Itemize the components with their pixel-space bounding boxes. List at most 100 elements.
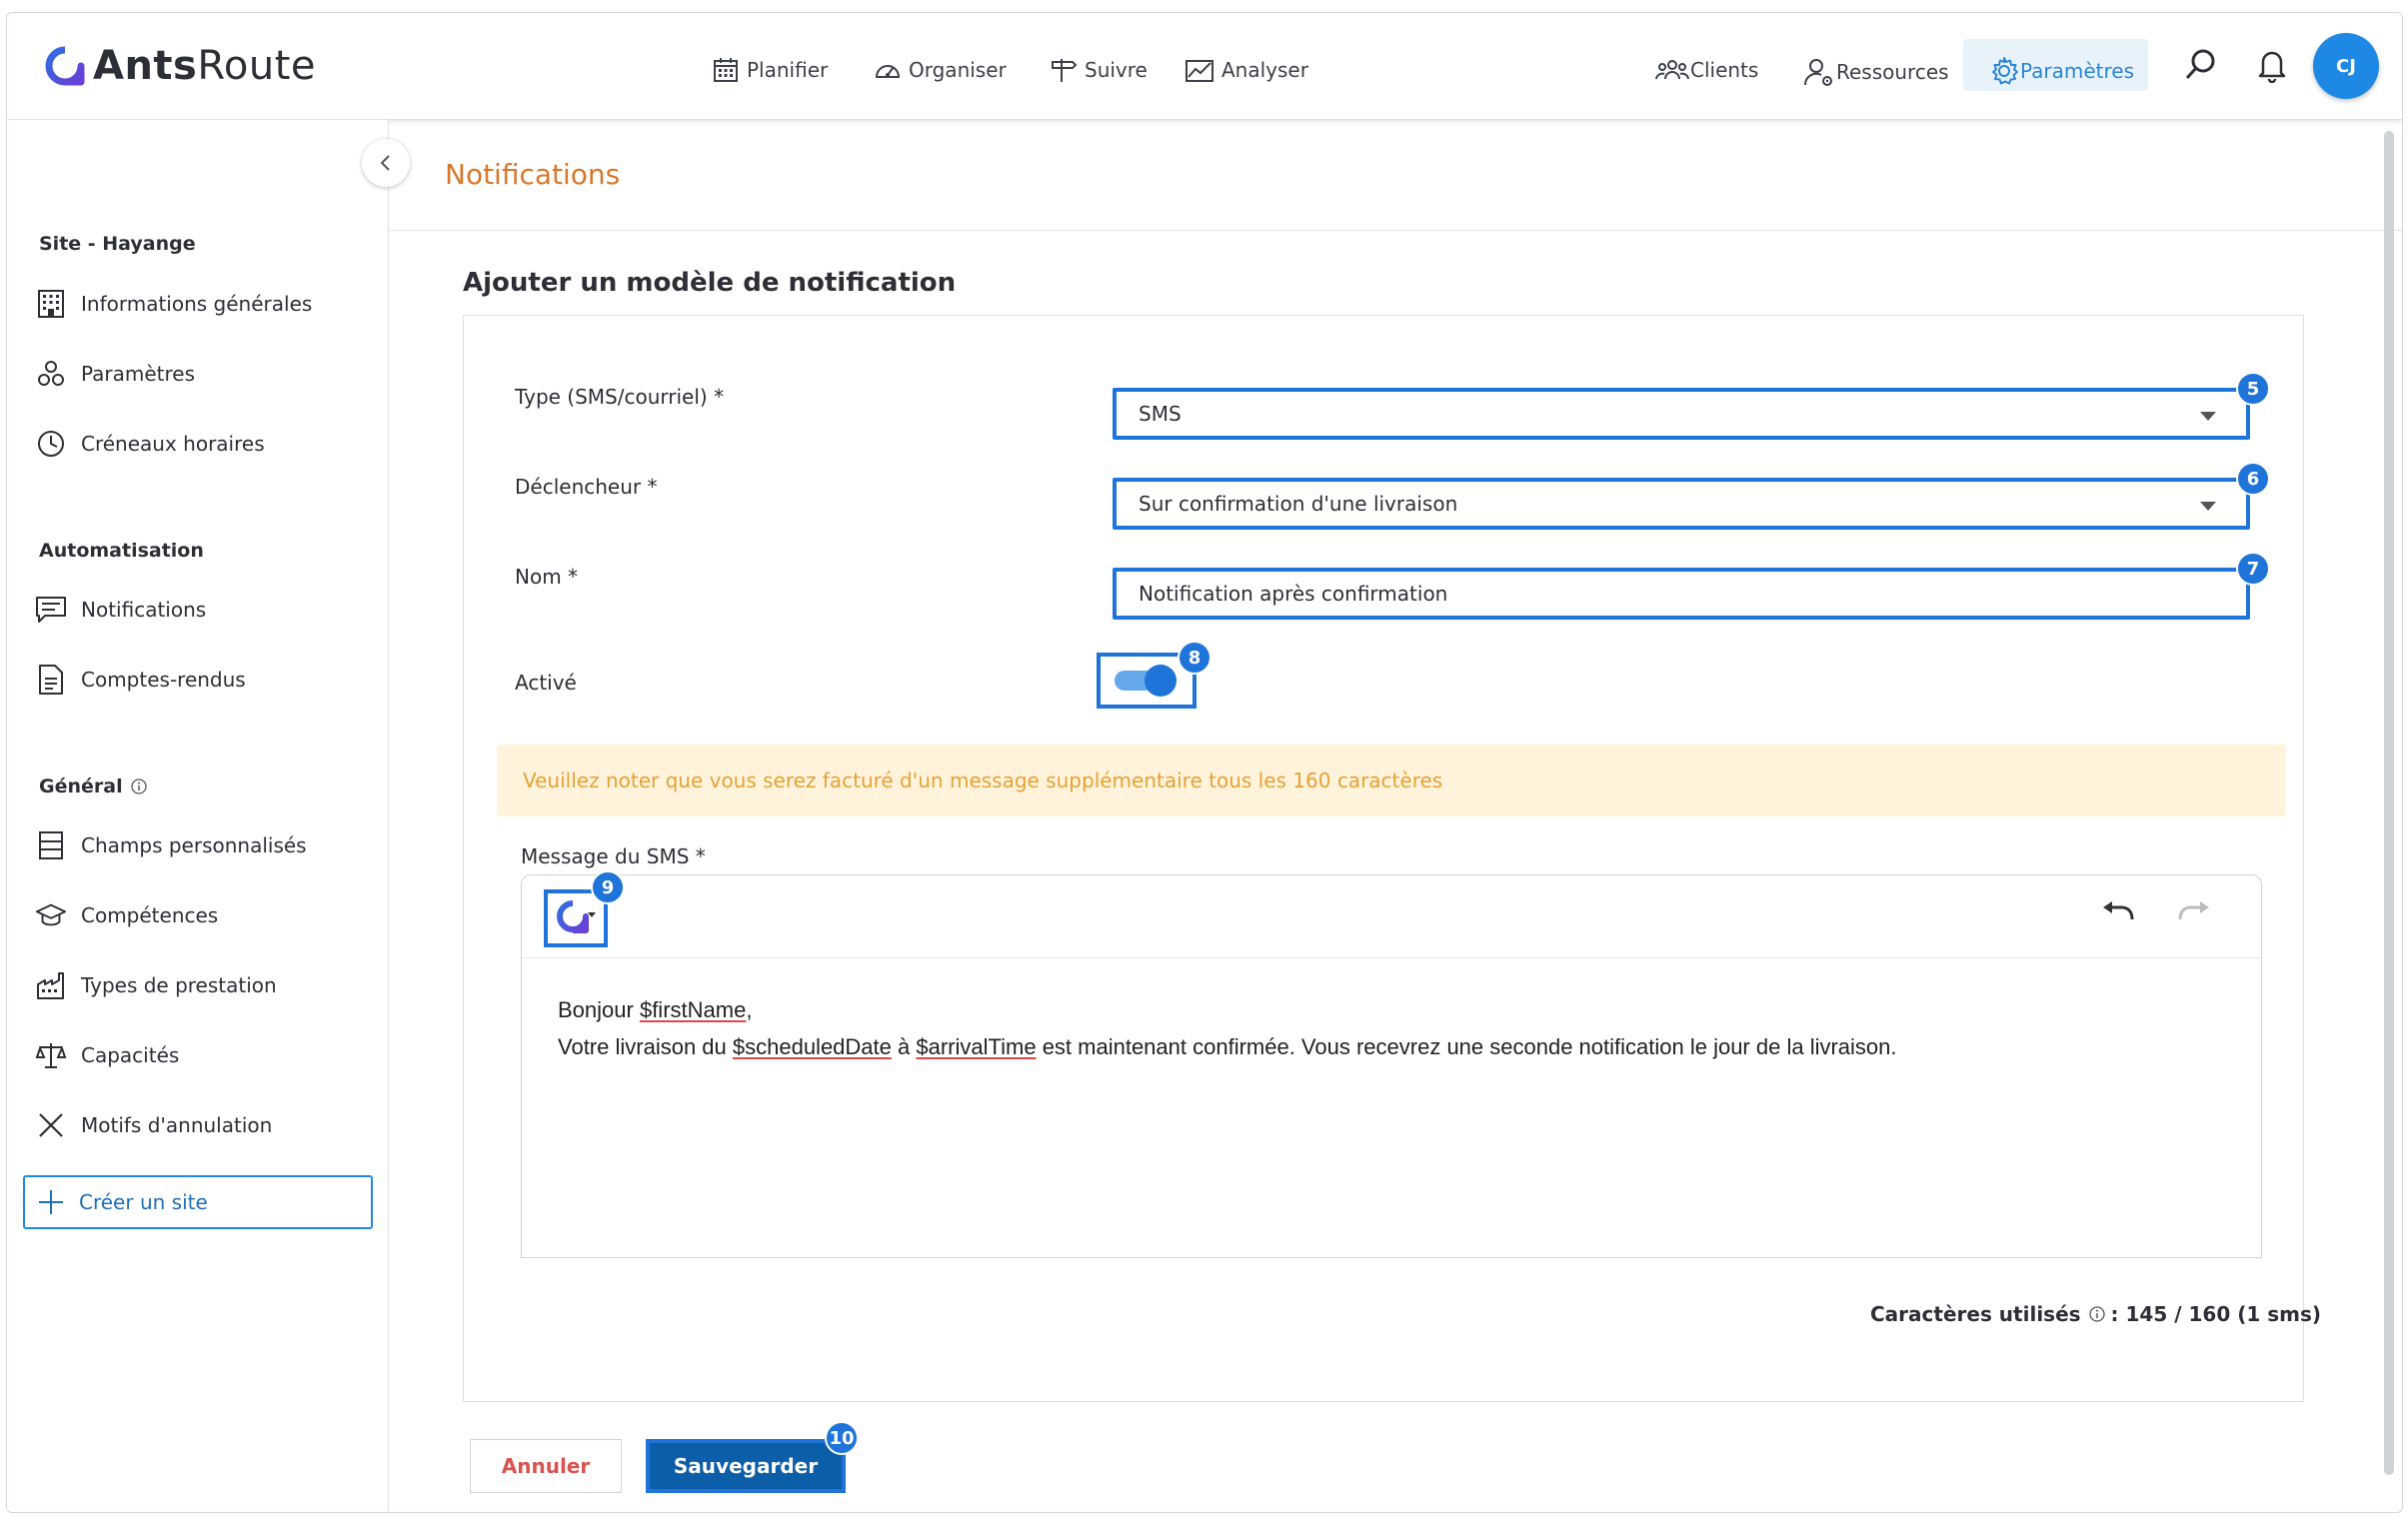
gears-icon (35, 358, 67, 390)
info-icon[interactable] (2088, 1306, 2105, 1322)
nav-organiser[interactable]: Organiser (873, 55, 1007, 85)
gear-icon (1992, 57, 2018, 85)
message-line-1: Bonjour $firstName, (558, 997, 753, 1022)
billing-warning-text: Veuillez noter que vous serez facturé d'… (523, 768, 1443, 792)
message-label: Message du SMS * (521, 844, 706, 868)
nav-parametres-label: Paramètres (2020, 59, 2135, 83)
sms-message-text[interactable]: Bonjour $firstName, Votre livraison du $… (558, 991, 1897, 1065)
nav-parametres[interactable]: Paramètres (1988, 55, 2134, 87)
antsroute-logo-icon (45, 46, 85, 86)
close-icon (35, 1109, 67, 1141)
editor-toolbar (522, 875, 2261, 958)
variable-scheduleddate: $scheduledDate (732, 1034, 892, 1059)
automation-section-title: Automatisation (39, 540, 204, 562)
step-badge-6: 6 (2236, 462, 2270, 496)
document-icon (35, 664, 67, 696)
logo-text: AntsRoute (93, 43, 316, 89)
nav-ressources[interactable]: Ressources (1802, 55, 1949, 89)
sms-message-editor[interactable]: Bonjour $firstName, Votre livraison du $… (521, 874, 2262, 1258)
redo-icon (2178, 901, 2209, 920)
caret-down-icon (2200, 412, 2216, 421)
type-label: Type (SMS/courriel) * (515, 385, 725, 409)
page-title: Notifications (445, 158, 621, 191)
scale-icon (35, 1039, 67, 1071)
billing-warning: Veuillez noter que vous serez facturé d'… (497, 745, 2286, 816)
sidebar-item-champs-personnalises[interactable]: Champs personnalisés (35, 829, 307, 861)
antsroute-logo-icon (557, 900, 596, 933)
trigger-select[interactable]: Sur confirmation d'une livraison (1113, 478, 2250, 530)
undo-icon (2103, 901, 2134, 920)
name-input[interactable]: Notification après confirmation (1113, 568, 2250, 620)
nav-ressources-label: Ressources (1836, 60, 1949, 84)
name-input-value: Notification après confirmation (1139, 582, 1448, 606)
nav-analyser[interactable]: Analyser (1184, 55, 1308, 85)
fields-icon (35, 829, 67, 861)
user-settings-icon (1803, 59, 1832, 86)
toggle-knob (1145, 665, 1177, 697)
sidebar-item-label: Comptes-rendus (81, 668, 246, 692)
nav-planifier[interactable]: Planifier (711, 55, 828, 85)
collapse-sidebar-button[interactable] (362, 139, 410, 187)
sidebar-item-label: Créneaux horaires (81, 432, 265, 456)
calendar-icon (714, 58, 738, 82)
sidebar-item-label: Paramètres (81, 362, 196, 386)
save-button[interactable]: Sauvegarder (646, 1439, 846, 1493)
character-counter: Caractères utilisés : 145 / 160 (1 sms) (1870, 1302, 2321, 1326)
sidebar-item-label: Capacités (81, 1043, 180, 1067)
create-site-label: Créer un site (79, 1190, 208, 1214)
step-badge-7: 7 (2236, 552, 2270, 586)
user-avatar[interactable]: CJ (2313, 33, 2379, 99)
active-label: Activé (515, 671, 577, 695)
nav-clients[interactable]: Clients (1654, 55, 1758, 85)
settings-sidebar: Site - Hayange Informations générales Pa… (7, 120, 389, 1512)
signpost-icon (1052, 59, 1078, 82)
counter-value: : 145 / 160 (1 sms) (2110, 1302, 2322, 1326)
message-icon (35, 594, 67, 626)
plus-icon (39, 1190, 63, 1214)
antsroute-logo[interactable]: AntsRoute (45, 43, 316, 89)
form-title: Ajouter un modèle de notification (463, 268, 957, 298)
type-select[interactable]: SMS (1113, 388, 2250, 440)
nav-organiser-label: Organiser (909, 58, 1007, 82)
step-badge-8: 8 (1178, 641, 1211, 675)
sidebar-item-capacites[interactable]: Capacités (35, 1039, 179, 1071)
sidebar-item-parametres[interactable]: Paramètres (35, 358, 195, 390)
vertical-scrollbar[interactable] (2384, 131, 2394, 1475)
nav-suivre-label: Suivre (1085, 58, 1148, 82)
top-navigation-bar: AntsRoute Planifier Organiser Suivre Ana… (7, 13, 2402, 120)
sidebar-item-motifs-annulation[interactable]: Motifs d'annulation (35, 1109, 272, 1141)
speedometer-icon (875, 65, 901, 78)
caret-down-icon (2200, 502, 2216, 511)
general-section-title: Général (39, 775, 147, 797)
sidebar-item-types-de-prestation[interactable]: Types de prestation (35, 969, 277, 1001)
sidebar-item-label: Notifications (81, 598, 207, 622)
sidebar-item-informations-generales[interactable]: Informations générales (35, 288, 312, 320)
cancel-button[interactable]: Annuler (470, 1439, 622, 1493)
message-line-2: Votre livraison du $scheduledDate à $arr… (558, 1034, 1897, 1059)
sidebar-item-label: Champs personnalisés (81, 833, 307, 857)
sidebar-item-competences[interactable]: Compétences (35, 899, 218, 931)
search-button[interactable] (2183, 47, 2219, 87)
redo-button[interactable] (2177, 901, 2211, 929)
chart-icon (1186, 60, 1213, 82)
undo-button[interactable] (2101, 901, 2135, 929)
nav-clients-label: Clients (1690, 58, 1759, 82)
building-icon (35, 288, 67, 320)
sidebar-item-comptes-rendus[interactable]: Comptes-rendus (35, 664, 246, 696)
step-badge-5: 5 (2236, 372, 2270, 406)
step-badge-9: 9 (591, 870, 625, 904)
sidebar-item-label: Compétences (81, 903, 219, 927)
page-header: Notifications (389, 120, 2402, 231)
users-icon (1655, 60, 1689, 80)
general-section-label: Général (39, 775, 123, 797)
graduation-cap-icon (35, 899, 67, 931)
notifications-button[interactable] (2256, 47, 2288, 87)
nav-suivre[interactable]: Suivre (1049, 55, 1148, 85)
name-label: Nom * (515, 565, 579, 589)
sidebar-item-creneaux-horaires[interactable]: Créneaux horaires (35, 428, 265, 460)
info-icon[interactable] (130, 778, 147, 794)
create-site-button[interactable]: Créer un site (23, 1175, 373, 1229)
sidebar-item-label: Types de prestation (81, 973, 277, 997)
sidebar-item-notifications[interactable]: Notifications (35, 594, 206, 626)
nav-planifier-label: Planifier (747, 58, 829, 82)
